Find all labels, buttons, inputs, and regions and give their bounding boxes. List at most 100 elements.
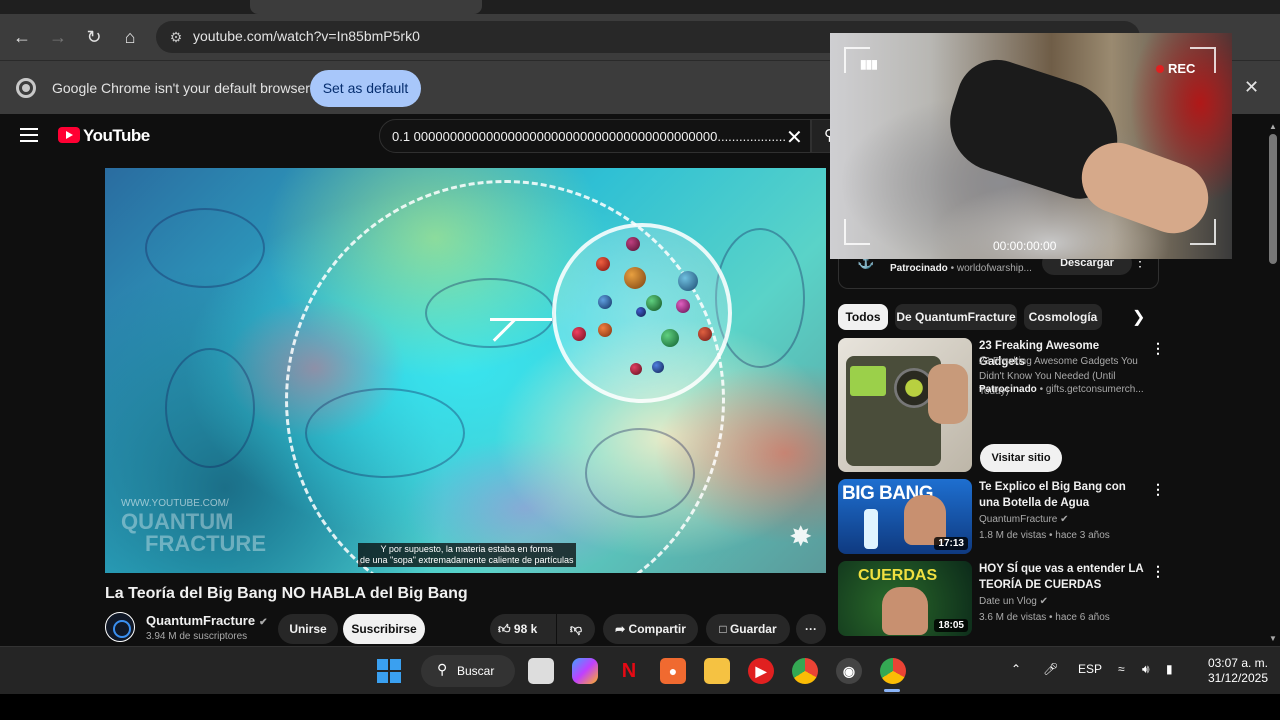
subscriber-count: 3.94 M de suscriptores	[146, 631, 248, 642]
channel-name-text[interactable]: QuantumFracture	[146, 613, 255, 628]
active-tab[interactable]	[250, 0, 482, 14]
related-video[interactable]: BIG BANG 17:13 Te Explico el Big Bang co…	[838, 479, 1165, 554]
search-box[interactable]: 0.1 000000000000000000000000000000000000…	[379, 119, 811, 153]
thumbs-up-icon: 👍︎	[498, 622, 511, 636]
windows-start-icon[interactable]	[377, 659, 401, 683]
clock-date: 31/12/2025	[1207, 671, 1268, 685]
particle-soup-circle	[552, 223, 732, 403]
more-actions-button[interactable]: ···	[796, 614, 826, 644]
thumbnail-text: CUERDAS	[858, 567, 938, 584]
youtube-music-icon[interactable]: ▶	[748, 658, 774, 684]
join-button[interactable]: Unirse	[278, 614, 338, 644]
thumbs-down-icon: 👎︎	[569, 622, 583, 636]
battery-icon[interactable]: ▮	[1166, 662, 1173, 676]
video-player[interactable]: WWW.YOUTUBE.COM/ QUANTUM FRACTURE Y por …	[105, 168, 826, 573]
language-indicator[interactable]: ESP	[1078, 662, 1102, 676]
tray-chevron-icon[interactable]: ⌃	[1011, 662, 1021, 676]
clock-time: 03:07 a. m.	[1207, 656, 1268, 670]
clear-search-icon[interactable]: ✕	[786, 125, 803, 150]
video-title-link[interactable]: Te Explico el Big Bang con una Botella d…	[979, 479, 1144, 511]
netflix-icon[interactable]: N	[616, 658, 642, 684]
search-icon: ⚲	[437, 661, 448, 677]
verified-icon: ✔	[1060, 514, 1069, 525]
chrome-active-icon[interactable]	[880, 658, 906, 684]
share-label: Compartir	[628, 622, 686, 636]
chip-cosmologia[interactable]: Cosmología	[1024, 304, 1102, 330]
ad-thumbnail[interactable]	[838, 338, 972, 472]
subtitle-line-2: de una "sopa" extremadamente caliente de…	[360, 555, 574, 565]
chip-todos[interactable]: Todos	[838, 304, 888, 330]
video-channel-name[interactable]: Date un Vlog	[979, 596, 1037, 607]
wifi-icon[interactable]: ≈	[1118, 662, 1125, 676]
share-button[interactable]: ➦ Compartir	[603, 614, 698, 644]
video-subtitle: Y por supuesto, la materia estaba en for…	[358, 543, 576, 567]
volume-icon[interactable]: 🔊︎	[1142, 662, 1150, 677]
video-channel[interactable]: Date un Vlog ✔	[979, 594, 1149, 609]
chevron-right-icon[interactable]: ❯	[1132, 307, 1145, 327]
channel-name[interactable]: QuantumFracture ✔	[146, 613, 267, 628]
menu-icon[interactable]	[20, 128, 38, 142]
chrome-logo-icon	[16, 78, 36, 98]
chip-de-quantumfracture[interactable]: De QuantumFracture	[895, 304, 1017, 330]
subscribe-button[interactable]: Suscribirse	[343, 614, 425, 644]
taskbar-search-label: Buscar	[457, 664, 495, 678]
sponsored-domain: • worldofwarship...	[950, 263, 1032, 274]
save-button[interactable]: □ Guardar	[706, 614, 790, 644]
video-meta: 3.6 M de vistas • hace 6 años	[979, 612, 1110, 623]
viewfinder-corner	[1190, 219, 1216, 245]
related-video[interactable]: CUERDAS 18:05 HOY SÍ que vas a entender …	[838, 561, 1165, 636]
screen-bottom-border	[0, 694, 1280, 720]
microphone-icon[interactable]: 🎤︎	[1043, 662, 1058, 676]
video-channel-name[interactable]: QuantumFracture	[979, 514, 1057, 525]
copilot-icon[interactable]	[572, 658, 598, 684]
more-vert-icon[interactable]: ⋮	[1151, 481, 1165, 498]
scroll-down-icon[interactable]: ▼	[1269, 634, 1277, 643]
share-icon: ➦	[615, 622, 626, 636]
taskbar: ⚲ Buscar N ● ▶ ◉ ⌃ 🎤︎ ESP ≈ 🔊︎ ▮ 03:07 a…	[0, 646, 1280, 694]
close-icon[interactable]: ✕	[1244, 77, 1259, 98]
file-explorer-icon[interactable]	[704, 658, 730, 684]
video-duration: 18:05	[934, 619, 968, 632]
scrollbar-thumb[interactable]	[1269, 134, 1277, 264]
visit-site-button[interactable]: Visitar sitio	[980, 444, 1062, 472]
zoom-connector-line	[490, 318, 552, 321]
back-icon[interactable]: ←	[10, 25, 34, 49]
system-clock[interactable]: 03:07 a. m. 31/12/2025	[1190, 656, 1268, 686]
page-scrollbar[interactable]: ▲ ▼	[1266, 122, 1280, 646]
youtube-logo-text[interactable]: YouTube	[83, 126, 150, 146]
active-app-indicator	[884, 689, 900, 692]
record-dot-icon	[1156, 65, 1164, 73]
video-thumbnail[interactable]: CUERDAS 18:05	[838, 561, 972, 636]
chrome-icon[interactable]	[792, 658, 818, 684]
like-button[interactable]: 👍︎ 98 k	[490, 614, 556, 644]
reload-icon[interactable]: ↻	[82, 25, 106, 49]
webcam-overlay[interactable]: ▮▮▮ REC 00:00:00:00	[830, 33, 1232, 259]
ad-card[interactable]: 23 Freaking Awesome Gadgets 23 Freaking …	[838, 338, 1165, 473]
obs-icon[interactable]: ◉	[836, 658, 862, 684]
scroll-up-icon[interactable]: ▲	[1269, 122, 1277, 131]
app-orange-icon[interactable]: ●	[660, 658, 686, 684]
more-vert-icon[interactable]: ⋮	[1151, 340, 1165, 357]
watermark-logo: QUANTUM FRACTURE	[121, 511, 266, 555]
taskbar-search[interactable]: ⚲ Buscar	[421, 655, 515, 687]
forward-icon[interactable]: →	[46, 25, 70, 49]
home-icon[interactable]: ⌂	[118, 25, 142, 49]
search-input[interactable]: 0.1 000000000000000000000000000000000000…	[392, 129, 787, 144]
url-text[interactable]: youtube.com/watch?v=In85bmP5rk0	[193, 28, 420, 44]
set-default-button[interactable]: Set as default	[310, 70, 421, 107]
site-info-icon[interactable]: ⚙	[166, 27, 186, 47]
ad-sponsored-label: Patrocinado	[979, 384, 1037, 395]
youtube-logo-icon[interactable]	[58, 127, 80, 143]
video-thumbnail[interactable]: BIG BANG 17:13	[838, 479, 972, 554]
video-title-link[interactable]: HOY SÍ que vas a entender LA TEORÍA DE C…	[979, 561, 1144, 593]
verified-icon: ✔	[259, 617, 268, 628]
channel-avatar[interactable]	[105, 612, 135, 642]
rec-label: REC	[1168, 61, 1196, 76]
dislike-button[interactable]: 👎︎	[557, 614, 595, 644]
more-vert-icon[interactable]: ⋮	[1151, 563, 1165, 580]
timecode: 00:00:00:00	[993, 239, 1057, 253]
sponsored-meta: Patrocinado • worldofwarship...	[890, 263, 1032, 274]
infobar-message: Google Chrome isn't your default browser	[52, 80, 310, 96]
video-channel[interactable]: QuantumFracture ✔	[979, 512, 1149, 527]
task-view-icon[interactable]	[528, 658, 554, 684]
